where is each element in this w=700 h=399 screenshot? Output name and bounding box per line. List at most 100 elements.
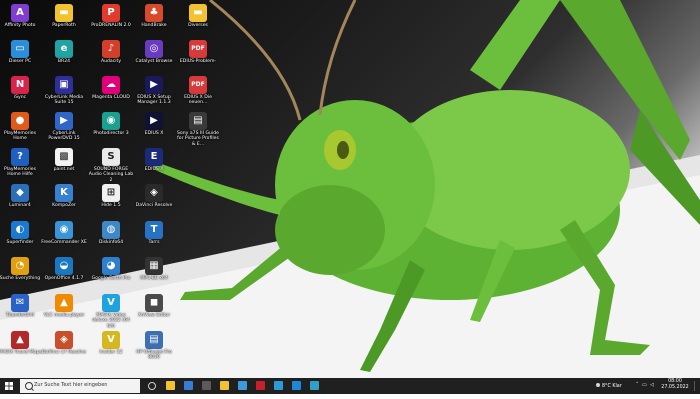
desktop-icon-label: MAGIX Travel Maps [0, 350, 42, 355]
desktop-icon-label: PlayMemories Home Hilfe [3, 167, 37, 178]
desktop-icon-label: PlayMemories Home [3, 131, 37, 142]
desktop-icon-label: Magenta CLOUD [92, 95, 130, 100]
calculator-icon[interactable] [202, 381, 211, 390]
soundforge-icon: S [102, 148, 120, 166]
desktop-icon-label: EDIUS X Die neuen... [184, 95, 212, 106]
edius-icon: ▶ [145, 112, 163, 130]
desktop-icon-label: CyberLink Media Suite 15 [44, 95, 84, 106]
desktop-icon-label: OpenOffice 4.1.7 [44, 276, 84, 281]
desktop-icon[interactable]: ▦ MPC-BE x64 [131, 255, 177, 297]
desktop-icon-label: Diskinfo64 [98, 240, 124, 245]
clock[interactable]: 08:00 27.05.2022 [658, 379, 692, 395]
openoffice-icon: ◒ [55, 257, 73, 275]
start-button[interactable] [0, 378, 18, 394]
superfinder-icon: ◐ [11, 221, 29, 239]
desktop-icon-label: DaVinci Resolve [135, 203, 173, 208]
davinci-resolve-icon: ◈ [145, 184, 163, 202]
hp-printer-icon: ▤ [145, 331, 163, 349]
desktop-icon[interactable]: V MAGIX Video deluxe 2022 (64 bit) [88, 292, 134, 334]
desktop-icon-label: VLC media player [43, 313, 85, 318]
desktop-icon-label: Hide 1.5 [101, 203, 121, 208]
desktop-icon-label: Dieser PC [8, 59, 32, 64]
xnview-icon: ◼ [145, 294, 163, 312]
desktop-icon[interactable]: ▲ MAGIX Travel Maps [0, 329, 43, 371]
desktop-icon-label: DaVinci 17 Resolve [42, 350, 86, 355]
weather-widget[interactable]: 8°C Klar [596, 383, 622, 399]
document-icon: ▤ [189, 112, 207, 130]
desktop: A Affinity Photo ▭ Dieser PC NiSync ● PlayMemo… [0, 0, 700, 378]
desktop-icon-label: Luminar4 [9, 203, 31, 208]
search-placeholder: Zur Suche Text hier eingeben [34, 382, 108, 388]
folder-icon: ▬ [189, 4, 207, 22]
desktop-icon[interactable]: ◈ DaVinci Resolve [131, 182, 177, 224]
onedrive-icon[interactable] [292, 381, 301, 390]
desktop-icon[interactable]: ◒ OpenOffice 4.1.7 [41, 255, 87, 297]
desktop-icon[interactable]: K KompoZer [41, 182, 87, 224]
desktop-icon[interactable]: ▲ VLC media player [41, 292, 87, 334]
clock-date: 27.05.2022 [661, 385, 689, 390]
magix-video-icon: V [102, 294, 120, 312]
desktop-icon-label: Suche Everything [0, 276, 41, 281]
google-earth-icon: ◕ [102, 257, 120, 275]
weather-icon [596, 383, 600, 387]
desktop-icon-label: CyberLink PowerDVD 15 [48, 131, 80, 142]
desktop-icon[interactable]: ◕ Google Earth Pro [88, 255, 134, 297]
paintnet-icon: ▩ [55, 148, 73, 166]
edge-icon: e [55, 40, 73, 58]
desktop-icon-label: Catalyst Browse [135, 59, 173, 64]
weather-text: 8°C Klar [602, 384, 622, 389]
desktop-icon-label: ProDRENALIN 2.0 [91, 23, 131, 28]
desktop-icon-label: Audacity [100, 59, 122, 64]
task-view-icon[interactable] [148, 382, 156, 390]
folder-icon: ▬ [55, 4, 73, 22]
mail-icon[interactable] [184, 381, 193, 390]
desktop-icon-label: BR24 [57, 59, 71, 64]
isync-icon: N [11, 76, 29, 94]
cyberlink-icon: ▣ [55, 76, 73, 94]
volume-icon: ◁ [650, 383, 654, 388]
desktop-icon[interactable]: ▤ Sony a7S III Guide for Picture Profiles… [175, 110, 221, 152]
desktop-icon-label: EDIUS X [144, 167, 164, 172]
desktop-icon-label: Superfinder [6, 240, 34, 245]
edius-shortcut-icon: E [145, 148, 163, 166]
media-icon[interactable] [274, 381, 283, 390]
audacity-icon: ♪ [102, 40, 120, 58]
desktop-icon-label: EDIUS X Setup Manager 1.1.3 [137, 95, 171, 106]
desktop-icon-label: HandBrake [141, 23, 167, 28]
desktop-icon-label: PaperRoth [52, 23, 76, 28]
hide-icon: ⊞ [102, 184, 120, 202]
vlc-icon: ▲ [55, 294, 73, 312]
desktop-icon-label: HP Officejet Pro 8610 [136, 350, 172, 361]
taskbar: Zur Suche Text hier eingeben 8°C Klar ˄ … [0, 378, 700, 394]
desktop-icon-label: Photodirector 3 [93, 131, 129, 136]
edge-icon[interactable] [310, 381, 319, 390]
affinity-photo-icon: A [11, 4, 29, 22]
taskbar-search-box[interactable]: Zur Suche Text hier eingeben [20, 379, 140, 393]
insider-icon: V [102, 331, 120, 349]
desktop-icon-label: XnView Editor [137, 313, 170, 318]
desktop-icon[interactable]: ✉ Thunderbird [0, 292, 43, 334]
help-icon: ? [11, 148, 29, 166]
desktop-icon-label: FreeCommander XE [41, 240, 87, 245]
pdf-icon: PDF [189, 40, 207, 58]
network-icon: ▭ [641, 383, 647, 388]
show-desktop-button[interactable] [694, 381, 700, 391]
desktop-icon[interactable]: ◔ Suche Everything [0, 255, 43, 297]
desktop-icon-label: Sony a7S III Guide for Picture Profiles … [177, 131, 219, 147]
photodirector-icon: ◉ [102, 112, 120, 130]
file-explorer-icon[interactable] [166, 381, 175, 390]
desktop-icon[interactable]: ◼ XnView Editor [131, 292, 177, 334]
desktop-icon[interactable]: V Insider 12 [88, 329, 134, 371]
filezilla-icon[interactable] [256, 381, 265, 390]
desktop-icon[interactable]: ⊞ Hide 1.5 [88, 182, 134, 224]
desktop-icon[interactable]: ◆ Luminar4 [0, 182, 43, 224]
everything-icon: ◔ [11, 257, 29, 275]
photos-icon[interactable] [238, 381, 247, 390]
tray-icons[interactable]: ˄ ▭ ◁ [636, 383, 654, 399]
desktop-icon-label: Thunderbird [5, 313, 35, 318]
desktop-icon-label: KompoZer [52, 203, 76, 208]
search-icon [25, 382, 33, 390]
desktop-icon[interactable]: ▤ HP Officejet Pro 8610 [131, 329, 177, 371]
folder-icon[interactable] [220, 381, 229, 390]
desktop-icon[interactable]: ◈ DaVinci 17 Resolve [41, 329, 87, 371]
